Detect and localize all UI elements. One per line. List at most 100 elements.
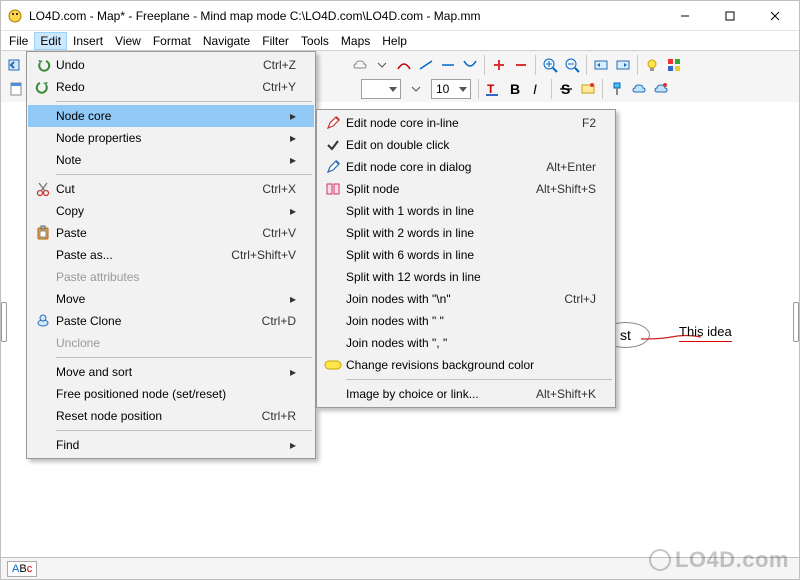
- menu-item-label: Copy: [56, 204, 286, 218]
- tb-doc-icon[interactable]: [5, 78, 27, 100]
- menu-maps[interactable]: Maps: [335, 32, 376, 50]
- menu-item-shortcut: Ctrl+V: [262, 226, 296, 240]
- menu-item[interactable]: Join nodes with " ": [318, 310, 614, 332]
- tb-zoom-out-icon[interactable]: [561, 54, 583, 76]
- tb-connector1-icon[interactable]: [393, 54, 415, 76]
- scroll-left-handle[interactable]: [1, 302, 7, 342]
- tb-italic-icon[interactable]: I: [526, 78, 548, 100]
- maximize-button[interactable]: [707, 1, 752, 31]
- check-icon: [320, 134, 346, 156]
- tb-nav-right-icon[interactable]: [612, 54, 634, 76]
- menu-item[interactable]: PasteCtrl+V: [28, 222, 314, 244]
- tb-connector3-icon[interactable]: [437, 54, 459, 76]
- tb-remove-icon[interactable]: [510, 54, 532, 76]
- tb-zoom-in-icon[interactable]: [539, 54, 561, 76]
- menu-file[interactable]: File: [3, 32, 34, 50]
- menu-item[interactable]: Paste CloneCtrl+D: [28, 310, 314, 332]
- menu-item-shortcut: Ctrl+D: [262, 314, 296, 328]
- menu-item[interactable]: Split with 1 words in line: [318, 200, 614, 222]
- menu-separator: [56, 174, 312, 175]
- scroll-right-handle[interactable]: [793, 302, 799, 342]
- menu-item-shortcut: Alt+Shift+K: [536, 387, 596, 401]
- menu-item-label: Find: [56, 438, 286, 452]
- submenu-arrow-icon: ▸: [286, 438, 296, 452]
- menu-navigate[interactable]: Navigate: [197, 32, 256, 50]
- submenu-arrow-icon: ▸: [286, 365, 296, 379]
- menu-help[interactable]: Help: [376, 32, 413, 50]
- menu-item-label: Join nodes with " ": [346, 314, 596, 328]
- menu-item[interactable]: Reset node positionCtrl+R: [28, 405, 314, 427]
- menu-item[interactable]: Split with 12 words in line: [318, 266, 614, 288]
- menu-item[interactable]: UndoCtrl+Z: [28, 54, 314, 76]
- menu-tools[interactable]: Tools: [295, 32, 335, 50]
- menu-item[interactable]: Node properties▸: [28, 127, 314, 149]
- tb-highlight-icon[interactable]: [577, 78, 599, 100]
- menu-icon-empty: [30, 266, 56, 288]
- menu-item[interactable]: Note▸: [28, 149, 314, 171]
- menu-item[interactable]: CutCtrl+X: [28, 178, 314, 200]
- menu-icon-empty: [30, 149, 56, 171]
- tb-format-paint-icon[interactable]: [606, 78, 628, 100]
- close-button[interactable]: [752, 1, 797, 31]
- menu-item[interactable]: Split with 2 words in line: [318, 222, 614, 244]
- menu-item-shortcut: Alt+Shift+S: [536, 182, 596, 196]
- menu-item[interactable]: Move▸: [28, 288, 314, 310]
- menu-item[interactable]: Join nodes with "\n"Ctrl+J: [318, 288, 614, 310]
- submenu-arrow-icon: ▸: [286, 153, 296, 167]
- menu-item-label: Edit node core in-line: [346, 116, 582, 130]
- menu-view[interactable]: View: [109, 32, 147, 50]
- menu-item[interactable]: Find▸: [28, 434, 314, 456]
- tb-palette-icon[interactable]: [663, 54, 685, 76]
- tb-font-color-icon[interactable]: T: [482, 78, 504, 100]
- tb-dropdown-icon[interactable]: [405, 78, 427, 100]
- menu-icon-empty: [320, 266, 346, 288]
- menu-item[interactable]: Image by choice or link...Alt+Shift+K: [318, 383, 614, 405]
- tb-idea-icon[interactable]: [641, 54, 663, 76]
- minimize-button[interactable]: [662, 1, 707, 31]
- menu-format[interactable]: Format: [147, 32, 197, 50]
- font-size-combo[interactable]: 10: [431, 79, 471, 99]
- tb-connector2-icon[interactable]: [415, 54, 437, 76]
- menu-item-label: Redo: [56, 80, 262, 94]
- tb-connector4-icon[interactable]: [459, 54, 481, 76]
- menu-item[interactable]: Join nodes with ", ": [318, 332, 614, 354]
- tb-cloud-red-icon[interactable]: [650, 78, 672, 100]
- tb-dropdown-icon[interactable]: [371, 54, 393, 76]
- menu-item[interactable]: Move and sort▸: [28, 361, 314, 383]
- tb-bold-icon[interactable]: B: [504, 78, 526, 100]
- svg-text:I: I: [533, 81, 537, 97]
- menu-item[interactable]: Paste as...Ctrl+Shift+V: [28, 244, 314, 266]
- child-node[interactable]: This idea: [679, 324, 732, 342]
- menu-item[interactable]: Edit node core in-lineF2: [318, 112, 614, 134]
- tb-add-icon[interactable]: [488, 54, 510, 76]
- tb-nav-left-icon[interactable]: [590, 54, 612, 76]
- menu-item[interactable]: Node core▸: [28, 105, 314, 127]
- status-indicator[interactable]: ABc: [7, 561, 37, 577]
- menu-icon-empty: [30, 244, 56, 266]
- menu-item[interactable]: Change revisions background color: [318, 354, 614, 376]
- menu-edit[interactable]: Edit: [34, 32, 67, 50]
- menu-item[interactable]: Split with 6 words in line: [318, 244, 614, 266]
- tb-prev-map-icon[interactable]: [5, 54, 27, 76]
- menu-item-shortcut: F2: [582, 116, 596, 130]
- menu-item[interactable]: Edit node core in dialogAlt+Enter: [318, 156, 614, 178]
- toolbar-separator: [535, 55, 536, 75]
- menu-item[interactable]: Copy▸: [28, 200, 314, 222]
- menu-item[interactable]: RedoCtrl+Y: [28, 76, 314, 98]
- menu-item[interactable]: Edit on double click: [318, 134, 614, 156]
- font-family-combo[interactable]: [361, 79, 401, 99]
- tb-strike-icon[interactable]: S: [555, 78, 577, 100]
- tb-cloud-fill-icon[interactable]: [628, 78, 650, 100]
- menu-item-label: Move and sort: [56, 365, 286, 379]
- menu-insert[interactable]: Insert: [67, 32, 109, 50]
- menu-item-label: Join nodes with ", ": [346, 336, 596, 350]
- menu-item[interactable]: Free positioned node (set/reset): [28, 383, 314, 405]
- menu-item-label: Split node: [346, 182, 536, 196]
- menu-item-label: Unclone: [56, 336, 296, 350]
- tb-cloud-outline-icon[interactable]: [349, 54, 371, 76]
- menu-item-label: Edit node core in dialog: [346, 160, 546, 174]
- menu-filter[interactable]: Filter: [256, 32, 295, 50]
- globe-icon: [649, 549, 671, 571]
- menu-item[interactable]: Split nodeAlt+Shift+S: [318, 178, 614, 200]
- menu-item-label: Image by choice or link...: [346, 387, 536, 401]
